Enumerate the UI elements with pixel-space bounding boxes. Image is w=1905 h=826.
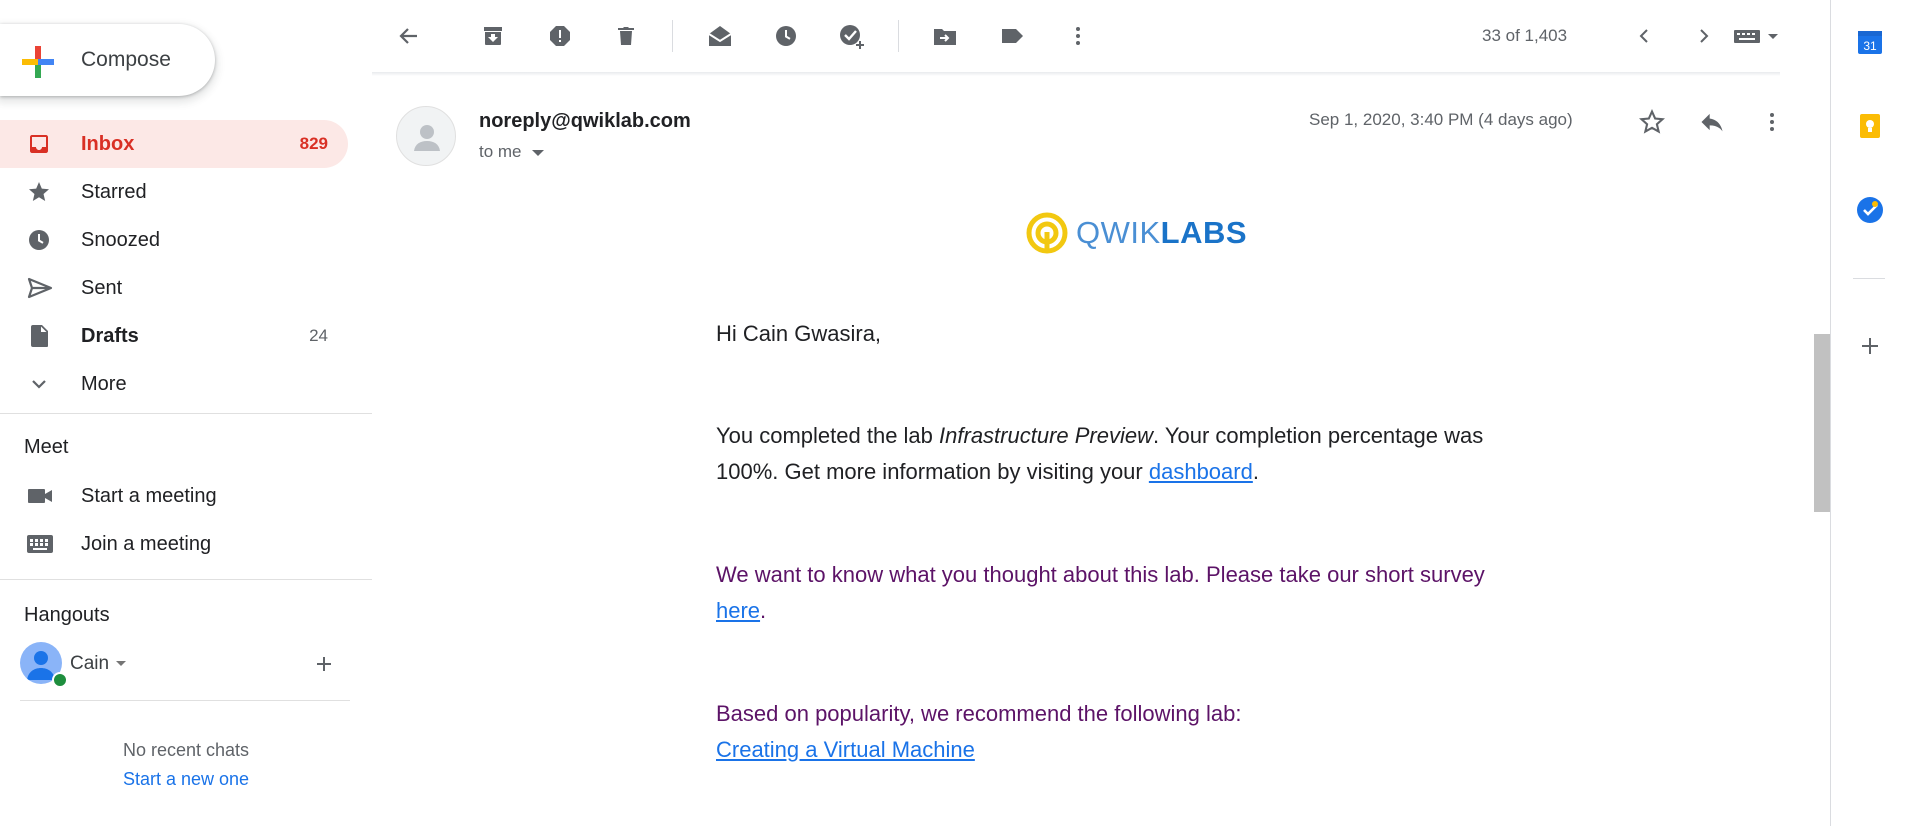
survey-link[interactable]: here — [716, 598, 760, 623]
nav-label-drafts: Drafts — [81, 325, 139, 347]
scrollbar-thumb[interactable] — [1814, 334, 1830, 512]
start-meeting-label: Start a meeting — [81, 485, 217, 507]
greeting-text: Hi Cain Gwasira, — [716, 321, 882, 346]
caret-down-icon — [116, 661, 126, 666]
draft-icon — [27, 324, 51, 348]
survey-text-end: . — [760, 598, 767, 623]
drafts-count: 24 — [309, 326, 328, 345]
left-sidebar: Compose Inbox 829 Starred Snoozed Sent D… — [0, 0, 372, 826]
compose-plus-icon — [20, 44, 56, 80]
recipient-label: to me — [479, 142, 522, 161]
message-view: noreply@qwiklab.com to me Sep 1, 2020, 3… — [372, 76, 1808, 826]
nav-item-inbox[interactable]: Inbox 829 — [0, 120, 348, 168]
survey-text: We want to know what you thought about t… — [716, 562, 1485, 587]
side-panel-divider — [1853, 278, 1885, 279]
hangouts-user-selector[interactable]: Cain — [20, 642, 350, 688]
tasks-icon[interactable] — [1856, 196, 1884, 224]
calendar-icon[interactable]: 31 — [1856, 28, 1884, 56]
nav-item-snoozed[interactable]: Snoozed — [0, 216, 348, 264]
older-chevron-icon[interactable] — [1626, 18, 1662, 54]
newer-chevron-icon[interactable] — [1686, 18, 1722, 54]
new-conversation-plus-icon[interactable] — [312, 652, 336, 676]
back-arrow-icon[interactable] — [391, 18, 427, 54]
add-task-icon[interactable] — [834, 18, 870, 54]
survey-paragraph: We want to know what you thought about t… — [716, 557, 1536, 629]
recommended-lab-link[interactable]: Creating a Virtual Machine — [716, 737, 975, 762]
nav-label-inbox: Inbox — [81, 133, 135, 155]
compose-button[interactable]: Compose — [0, 24, 215, 96]
message-position-count: 33 of 1,403 — [1482, 26, 1568, 45]
video-camera-icon — [26, 484, 54, 508]
chevron-down-icon — [27, 372, 51, 396]
label-icon[interactable] — [994, 18, 1030, 54]
inbox-icon — [27, 132, 51, 156]
dashboard-link[interactable]: dashboard — [1149, 459, 1253, 484]
message-date: Sep 1, 2020, 3:40 PM (4 days ago) — [1309, 110, 1573, 129]
join-meeting-item[interactable]: Join a meeting — [0, 520, 348, 568]
logo-text-light: QWIK — [1076, 215, 1161, 250]
completion-paragraph: You completed the lab Infrastructure Pre… — [716, 418, 1536, 490]
message-toolbar: 33 of 1,403 — [372, 0, 1808, 72]
qwiklabs-power-icon — [1026, 212, 1068, 254]
nav-label-more: More — [81, 373, 127, 395]
star-icon — [27, 180, 51, 204]
caret-down-icon — [531, 149, 544, 156]
sidebar-divider — [0, 413, 372, 414]
start-new-chat-link[interactable]: Start a new one — [0, 769, 372, 790]
nav-item-more[interactable]: More — [0, 360, 348, 408]
input-tools-icon[interactable] — [1730, 18, 1786, 54]
message-more-vert-icon[interactable] — [1754, 104, 1790, 140]
meet-heading: Meet — [24, 436, 69, 458]
nav-label-starred: Starred — [81, 181, 147, 203]
start-meeting-item[interactable]: Start a meeting — [0, 472, 348, 520]
hangouts-heading: Hangouts — [24, 604, 110, 626]
calendar-day: 31 — [1863, 39, 1877, 53]
star-outline-icon[interactable] — [1634, 104, 1670, 140]
toolbar-separator — [898, 20, 899, 52]
toolbar-separator — [672, 20, 673, 52]
hangouts-user-name: Cain — [70, 653, 110, 674]
keep-icon[interactable] — [1856, 112, 1884, 140]
recipient-details-toggle[interactable]: to me — [479, 142, 544, 162]
snooze-icon[interactable] — [768, 18, 804, 54]
send-icon — [27, 276, 53, 300]
nav-item-starred[interactable]: Starred — [0, 168, 348, 216]
sidebar-divider — [20, 700, 350, 701]
completion-text-before: You completed the lab — [716, 423, 940, 448]
sender-email: noreply@qwiklab.com — [479, 110, 691, 132]
logo-text-bold: LABS — [1160, 215, 1248, 250]
lab-name: Infrastructure Preview — [939, 423, 1153, 448]
more-vert-icon[interactable] — [1060, 18, 1096, 54]
report-spam-icon[interactable] — [542, 18, 578, 54]
archive-icon[interactable] — [475, 18, 511, 54]
nav-item-drafts[interactable]: Drafts 24 — [0, 312, 348, 360]
completion-text-end: . — [1252, 459, 1259, 484]
keyboard-icon — [26, 532, 54, 556]
recommendation-paragraph: Based on popularity, we recommend the fo… — [716, 696, 1536, 768]
qwiklabs-wordmark: QWIKLABS — [1076, 215, 1247, 251]
mark-unread-icon[interactable] — [702, 18, 738, 54]
folder-nav: Inbox 829 Starred Snoozed Sent Drafts 24… — [0, 120, 348, 408]
qwiklabs-logo: QWIKLABS — [1026, 210, 1247, 256]
online-status-dot — [52, 672, 68, 688]
move-to-icon[interactable] — [927, 18, 963, 54]
nav-item-sent[interactable]: Sent — [0, 264, 348, 312]
sidebar-divider — [0, 579, 372, 580]
sender-avatar — [396, 106, 456, 166]
inbox-unread-count: 829 — [299, 134, 328, 153]
compose-label: Compose — [81, 48, 171, 71]
nav-label-snoozed: Snoozed — [81, 229, 160, 251]
recommendation-text: Based on popularity, we recommend the fo… — [716, 701, 1242, 726]
no-recent-chats-text: No recent chats — [122, 740, 250, 760]
reply-icon[interactable] — [1694, 104, 1730, 140]
side-panel: 31 — [1831, 0, 1905, 826]
delete-icon[interactable] — [608, 18, 644, 54]
add-addon-icon[interactable] — [1856, 332, 1884, 360]
join-meeting-label: Join a meeting — [81, 533, 212, 555]
nav-label-sent: Sent — [81, 277, 123, 299]
clock-icon — [27, 228, 51, 252]
